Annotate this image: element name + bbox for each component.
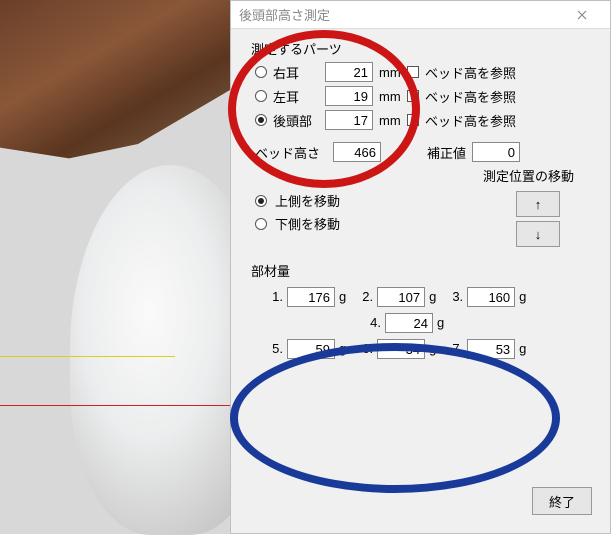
material-index: 3. xyxy=(447,284,463,310)
value-right-ear[interactable]: 21 xyxy=(325,62,373,82)
checkbox-bed-ref-2[interactable] xyxy=(407,90,419,102)
part-row-occiput: 後頭部 17 mm ベッド高を参照 xyxy=(255,110,610,130)
material-index: 6. xyxy=(357,336,373,362)
material-index: 7. xyxy=(447,336,463,362)
arrow-down-icon: ↓ xyxy=(535,227,542,242)
unit-label: mm xyxy=(379,113,401,128)
move-upper-row: 上側を移動 xyxy=(255,191,490,210)
unit-label: g xyxy=(429,284,436,310)
unit-label: g xyxy=(339,336,346,362)
material-value-5[interactable]: 59 xyxy=(287,339,335,359)
radio-occiput[interactable] xyxy=(255,114,267,126)
dialog-title: 後頭部高さ測定 xyxy=(239,5,562,24)
part-label: 右耳 xyxy=(273,63,319,82)
move-lower-label: 下側を移動 xyxy=(275,214,340,233)
material-7: 7. 53 g xyxy=(447,336,526,362)
radio-move-lower[interactable] xyxy=(255,218,267,230)
value-occiput[interactable]: 17 xyxy=(325,110,373,130)
scan-object-dark xyxy=(0,0,230,180)
value-left-ear[interactable]: 19 xyxy=(325,86,373,106)
material-value-3[interactable]: 160 xyxy=(467,287,515,307)
unit-label: g xyxy=(429,336,436,362)
measurement-dialog: 後頭部高さ測定 測定するパーツ 右耳 21 mm ベッド高を参照 左耳 19 m… xyxy=(230,0,611,534)
checkbox-bed-ref-3[interactable] xyxy=(407,114,419,126)
unit-label: mm xyxy=(379,89,401,104)
correction-label: 補正値 xyxy=(427,143,466,162)
material-index: 1. xyxy=(267,284,283,310)
material-value-2[interactable]: 107 xyxy=(377,287,425,307)
move-lower-row: 下側を移動 xyxy=(255,214,490,233)
correction-group: 補正値 0 xyxy=(427,142,520,162)
bed-height-value[interactable]: 466 xyxy=(333,142,381,162)
parts-section-label: 測定するパーツ xyxy=(251,39,610,58)
radio-right-ear[interactable] xyxy=(255,66,267,78)
material-1: 1. 176 g xyxy=(267,284,346,310)
unit-label: g xyxy=(437,310,444,336)
bed-ref-label: ベッド高を参照 xyxy=(425,87,516,106)
viewport-background xyxy=(0,0,230,534)
correction-value[interactable]: 0 xyxy=(472,142,520,162)
material-value-6[interactable]: 34 xyxy=(377,339,425,359)
dialog-titlebar: 後頭部高さ測定 xyxy=(231,1,610,29)
checkbox-bed-ref-1[interactable] xyxy=(407,66,419,78)
materials-section: 部材量 1. 176 g 2. 107 g 3. 160 g xyxy=(251,261,610,362)
move-down-button[interactable]: ↓ xyxy=(516,221,560,247)
material-3: 3. 160 g xyxy=(447,284,526,310)
materials-label: 部材量 xyxy=(251,261,610,280)
material-5: 5. 59 g xyxy=(267,336,346,362)
part-row-right-ear: 右耳 21 mm ベッド高を参照 xyxy=(255,62,610,82)
bed-ref-label: ベッド高を参照 xyxy=(425,111,516,130)
unit-label: mm xyxy=(379,65,401,80)
move-up-button[interactable]: ↑ xyxy=(516,191,560,217)
bed-height-row: ベッド高さ 466 補正値 0 xyxy=(255,142,610,162)
material-6: 6. 34 g xyxy=(357,336,436,362)
material-index: 4. xyxy=(365,310,381,336)
unit-label: g xyxy=(339,284,346,310)
radio-move-upper[interactable] xyxy=(255,195,267,207)
radio-left-ear[interactable] xyxy=(255,90,267,102)
guide-line-yellow xyxy=(0,356,175,357)
arrow-up-icon: ↑ xyxy=(535,197,542,212)
finish-button[interactable]: 終了 xyxy=(532,487,592,515)
position-move-label: 測定位置の移動 xyxy=(231,166,574,185)
material-value-1[interactable]: 176 xyxy=(287,287,335,307)
part-label: 左耳 xyxy=(273,87,319,106)
part-row-left-ear: 左耳 19 mm ベッド高を参照 xyxy=(255,86,610,106)
material-value-4[interactable]: 24 xyxy=(385,313,433,333)
finish-button-label: 終了 xyxy=(549,492,575,511)
material-4: 4. 24 g xyxy=(365,310,444,336)
material-2: 2. 107 g xyxy=(357,284,436,310)
guide-line-red xyxy=(0,405,230,406)
bed-height-label: ベッド高さ xyxy=(255,143,327,162)
unit-label: g xyxy=(519,336,526,362)
close-icon[interactable] xyxy=(562,1,602,29)
material-value-7[interactable]: 53 xyxy=(467,339,515,359)
move-upper-label: 上側を移動 xyxy=(275,191,340,210)
bed-ref-label: ベッド高を参照 xyxy=(425,63,516,82)
part-label: 後頭部 xyxy=(273,111,319,130)
material-index: 2. xyxy=(357,284,373,310)
unit-label: g xyxy=(519,284,526,310)
material-index: 5. xyxy=(267,336,283,362)
